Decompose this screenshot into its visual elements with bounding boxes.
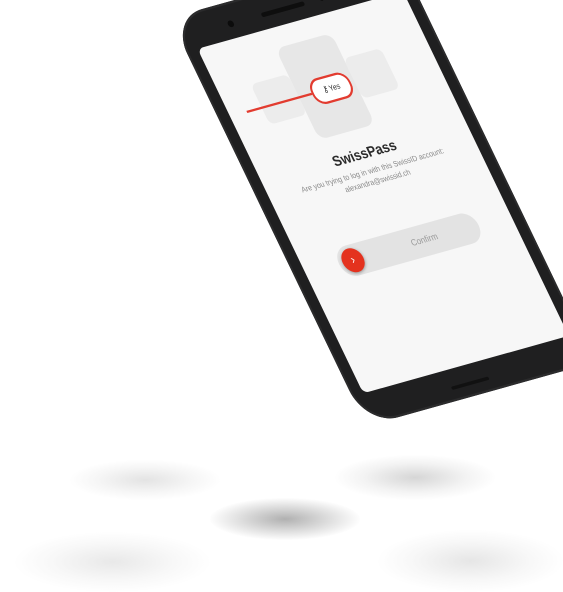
floor-shadow <box>378 530 563 592</box>
earpiece-speaker <box>260 1 306 18</box>
swipe-knob-arrow-icon[interactable]: › <box>337 245 369 275</box>
phone-shadow <box>210 498 360 540</box>
floor-shadow <box>70 460 220 500</box>
chip-label: Yes <box>327 82 343 94</box>
microphone-grille <box>450 376 490 391</box>
front-camera-icon <box>226 19 236 28</box>
sensor-icon <box>317 0 325 2</box>
phone-screen: ⚷Yes SwissPass Are you trying to log in … <box>197 0 563 394</box>
smartphone: ⚷Yes SwissPass Are you trying to log in … <box>170 0 563 427</box>
swipe-to-confirm[interactable]: › Confirm <box>331 210 486 279</box>
swipe-label: Confirm <box>409 231 440 249</box>
stage: ⚷Yes SwissPass Are you trying to log in … <box>0 0 563 592</box>
floor-shadow <box>335 455 495 500</box>
floor-shadow <box>15 532 210 592</box>
